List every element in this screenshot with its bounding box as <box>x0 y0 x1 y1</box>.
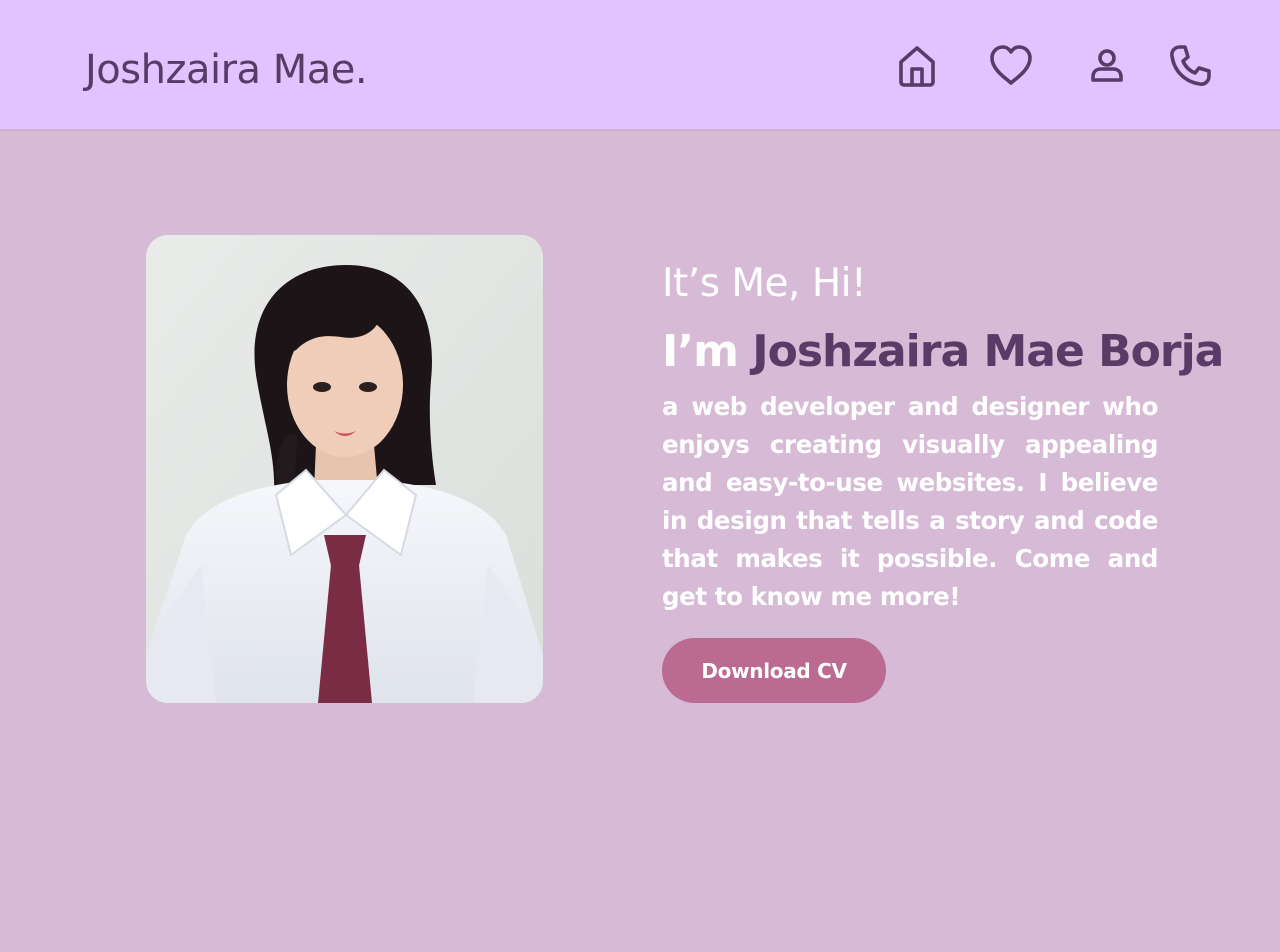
name-heading: I’m Joshzaira Mae Borja <box>662 324 1262 380</box>
phone-icon[interactable] <box>1164 40 1216 92</box>
full-name: Joshzaira Mae Borja <box>752 326 1224 377</box>
bio-paragraph: a web developer and designer who enjoys … <box>662 392 1158 611</box>
site-header: Joshzaira Mae. <box>0 0 1280 129</box>
profile-photo <box>146 235 543 703</box>
home-icon[interactable] <box>891 40 943 92</box>
greeting: It’s Me, Hi! <box>662 261 867 306</box>
user-icon[interactable] <box>1081 40 1133 92</box>
name-prefix: I’m <box>662 326 753 377</box>
site-logo[interactable]: Joshzaira Mae. <box>85 44 368 96</box>
heart-icon[interactable] <box>985 40 1037 92</box>
download-cv-button[interactable]: Download CV <box>662 638 886 703</box>
intro-text: It’s Me, Hi! I’m Joshzaira Mae Borja a w… <box>662 258 1262 616</box>
